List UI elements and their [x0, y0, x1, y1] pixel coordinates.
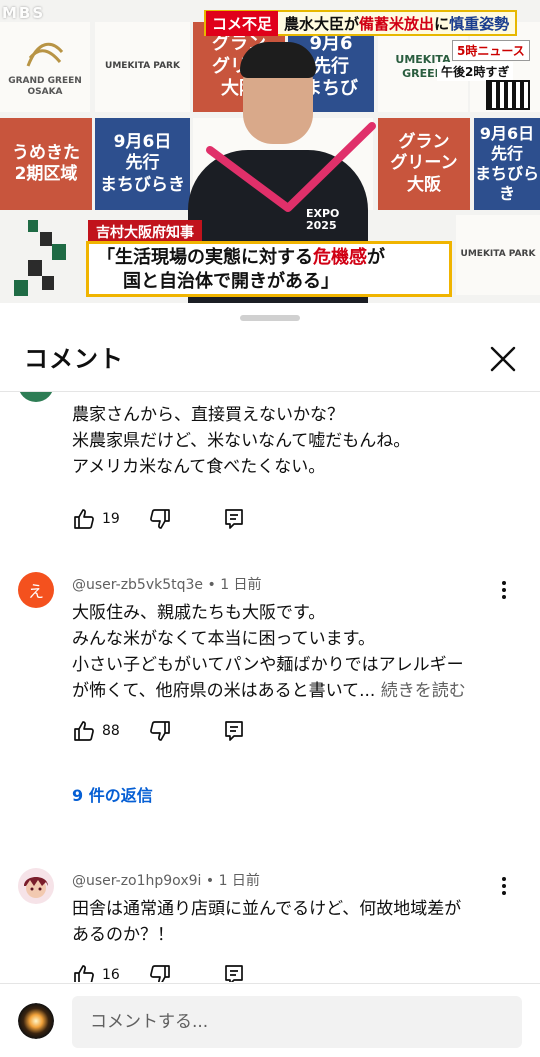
comment-item: え @user-zb5vk5tq3e • 1 日前 大阪住み、親戚たちも大阪です… [0, 570, 540, 840]
time-badge: 午後2時すぎ [437, 62, 514, 81]
comment-time: 1 日前 [218, 873, 260, 889]
headline-part5: 慎重姿勢 [449, 14, 510, 33]
quote-highlight: 危機感 [313, 247, 367, 268]
comment-text: 田舎は通常通り店頭に並んでるけど、何故地域差が あるのか？！ [72, 899, 462, 945]
backdrop-panel-date2: 9月6日 先行 まちびらき [474, 118, 540, 210]
broadcaster-logo: MBS [2, 4, 46, 22]
meta-separator: • [207, 577, 221, 593]
quote-after-highlight: が [367, 247, 385, 268]
headline-part3: 備蓄米放出 [359, 14, 435, 33]
more-options-icon[interactable] [492, 578, 516, 602]
sheet-title: コメント [24, 345, 124, 373]
headline-part4: に [434, 14, 450, 33]
headline-tag: コメ不足 [206, 10, 279, 36]
thumbs-down-icon [150, 965, 170, 982]
video-player[interactable]: GRAND GREEN OSAKA UMEKITA PARK グラン グリー 大… [0, 0, 540, 303]
sheet-drag-handle[interactable] [240, 315, 300, 321]
backdrop-panel-green: グラン グリーン 大阪 [378, 118, 470, 210]
more-options-icon[interactable] [492, 874, 516, 898]
comment-actions: 19 [72, 506, 246, 532]
backdrop-panel-date: 9月6日 先行 まちびらき [95, 118, 190, 210]
comment-actions: 88 [72, 718, 246, 744]
reply-comment-icon [225, 509, 243, 529]
reply-button[interactable] [222, 507, 246, 531]
thumbs-up-icon [74, 721, 94, 741]
news-headline: コメ不足 農水大臣 が 備蓄米放出 に 慎重姿勢 [204, 10, 518, 36]
dislike-button[interactable] [148, 963, 172, 982]
comment-text: 大阪住み、親戚たちも大阪です。 みんな米がなくて本当に困っています。 小さい子ど… [72, 603, 466, 701]
headline-part1: 農水大臣 [284, 14, 345, 33]
comment-actions: 16 [72, 962, 246, 982]
my-avatar-image [18, 1003, 54, 1039]
like-count: 88 [102, 723, 120, 739]
comment-item: @user-zo1hp9ox9i • 1 日前 田舎は通常通り店頭に並んでるけど… [0, 866, 540, 982]
avatar[interactable] [18, 868, 54, 904]
umekita-park-logo-2: UMEKITA PARK [456, 215, 540, 295]
dislike-button[interactable] [148, 719, 172, 743]
jambes-logo [14, 220, 66, 296]
reply-comment-icon [225, 721, 243, 741]
speaker-hair [240, 42, 316, 78]
comment-item: 農家さんから、直接買えないかな？ 米農家県だけど、米ないなんて嘘だもんね。 アメ… [0, 392, 540, 546]
view-replies-button[interactable]: 9 件の返信 [72, 782, 153, 806]
like-button[interactable]: 19 [72, 507, 148, 531]
like-button[interactable]: 88 [72, 719, 148, 743]
backdrop-panel-umekita: うめきた 2期区域 [0, 118, 92, 210]
comment-time: 1 日前 [220, 577, 262, 593]
comments-sheet: コメント 農家さんから、直接買えないかな？ 米農家県だけど、米ないなんて嘘だもん… [0, 303, 540, 1057]
headline-part2: が [344, 14, 360, 33]
comment-input-bar [0, 983, 540, 1057]
program-badge: 5時ニュース [452, 40, 530, 61]
like-count: 16 [102, 967, 120, 982]
thumbs-down-icon [150, 509, 170, 529]
quote-line2: 国と自治体で開きがある」 [123, 271, 339, 292]
avatar-illustration [24, 877, 48, 898]
quote-open: 「生活現場の実態に対する [97, 247, 313, 268]
thumbs-up-icon [74, 509, 94, 529]
avatar-letter: え [27, 582, 44, 601]
meta-separator: • [205, 873, 219, 889]
avatar[interactable] [18, 392, 54, 402]
comment-author[interactable]: @user-zb5vk5tq3e [72, 577, 203, 593]
quote-caption: 「生活現場の実態に対する危機感が 国と自治体で開きがある」 [86, 241, 452, 297]
thumbs-up-icon [74, 965, 94, 982]
close-icon[interactable] [485, 341, 521, 377]
reply-comment-icon [225, 965, 243, 982]
reply-button[interactable] [222, 963, 246, 982]
grand-green-logo: GRAND GREEN OSAKA [0, 22, 90, 112]
umekita-park-logo: UMEKITA PARK [95, 22, 190, 112]
dislike-button[interactable] [148, 507, 172, 531]
like-button[interactable]: 16 [72, 963, 148, 982]
thumbs-down-icon [150, 721, 170, 741]
comment-author[interactable]: @user-zo1hp9ox9i [72, 873, 201, 889]
read-more-link[interactable]: 続きを読む [381, 681, 466, 701]
my-avatar [18, 1003, 54, 1039]
comment-meta: @user-zb5vk5tq3e • 1 日前 [72, 574, 262, 594]
avatar[interactable]: え [18, 572, 54, 608]
reply-button[interactable] [222, 719, 246, 743]
comment-meta: @user-zo1hp9ox9i • 1 日前 [72, 870, 260, 890]
like-count: 19 [102, 511, 120, 527]
qr-code-icon [486, 80, 530, 110]
checkmark-overlay [206, 122, 376, 212]
comment-input[interactable] [72, 996, 522, 1048]
comment-text: 農家さんから、直接買えないかな？ 米農家県だけど、米ないなんて嘘だもんね。 アメ… [72, 405, 411, 477]
comment-list[interactable]: 農家さんから、直接買えないかな？ 米農家県だけど、米ないなんて嘘だもんね。 アメ… [0, 392, 540, 982]
